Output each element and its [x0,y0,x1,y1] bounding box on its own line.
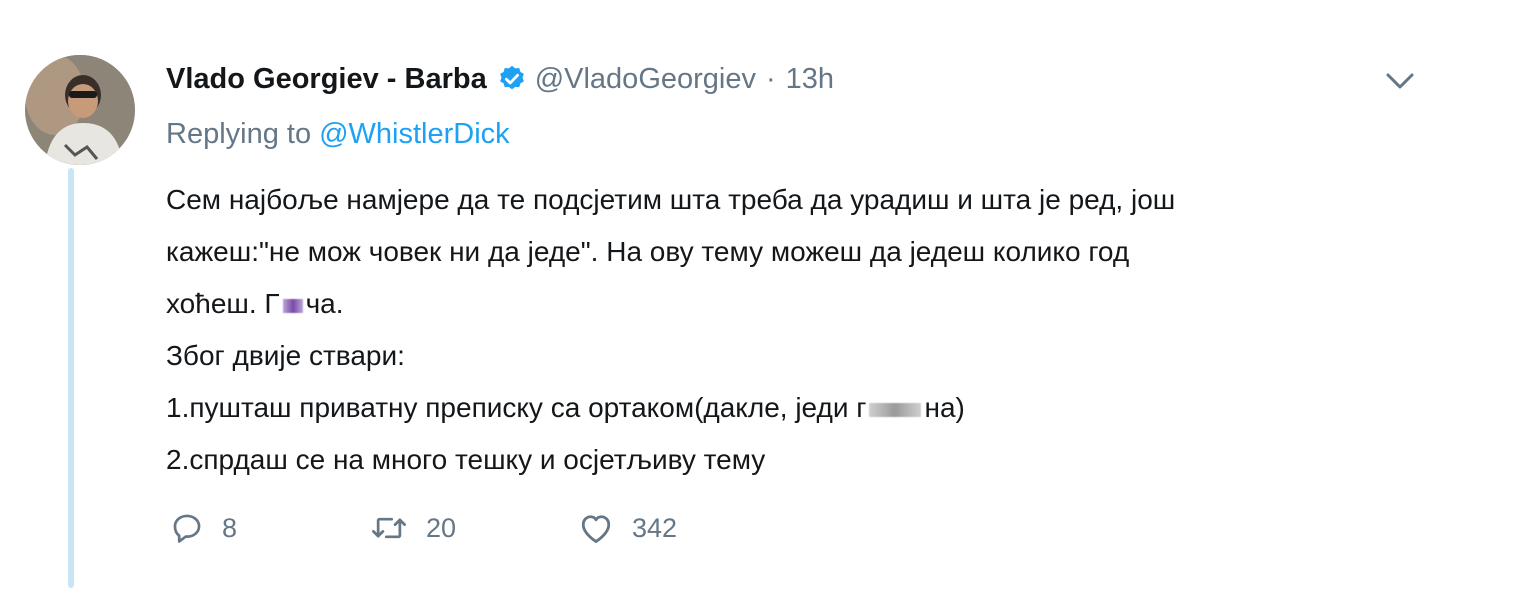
tweet-text-line: Сем најбоље намјере да те подсјетим шта … [166,184,1176,215]
retweet-button[interactable]: 20 [370,511,578,545]
replying-prefix: Replying to [166,118,312,150]
heart-icon [581,515,611,543]
tweet-text-fragment: на) [924,392,965,423]
censor-blur [282,298,303,313]
reply-button[interactable]: 8 [170,511,370,545]
tweet-text-line: 2.спрдаш се на много тешку и осјетљиву т… [166,444,766,475]
tweet-text-line: хоћеш. Г ча. [166,278,1426,330]
author-name[interactable]: Vlado Georgiev - Barba [166,63,487,96]
tweet-timestamp[interactable]: 13h [786,63,834,96]
tweet-card[interactable]: Vlado Georgiev - Barba @VladoGeorgiev · … [0,0,1516,600]
author-handle[interactable]: @VladoGeorgiev [535,63,756,96]
like-count: 342 [632,512,678,543]
thread-line [68,168,74,588]
tweet-actions: 8 20 342 [170,505,677,551]
retweet-icon [372,517,406,539]
tweet-header: Vlado Georgiev - Barba @VladoGeorgiev · … [166,56,834,102]
tweet-text: Сем најбоље намјере да те подсјетим шта … [166,174,1426,486]
tweet-text-line: 1.пушташ приватну преписку са ортаком(да… [166,382,1426,434]
tweet-text-fragment: 1.пушташ приватну преписку са ортаком(да… [166,392,867,423]
tweet-text-line: кажеш:"не мож човек ни да једе". На ову … [166,236,1130,267]
replying-to: Replying to @WhistlerDick [166,118,510,151]
reply-count: 8 [222,512,238,543]
verified-badge-icon [499,65,524,90]
tweet-text-line: Због двије ствари: [166,340,405,371]
avatar-photo [25,55,135,165]
like-button[interactable]: 342 [578,511,677,545]
header-separator: · [765,62,776,95]
tweet-text-fragment: ча. [305,288,344,319]
reply-mention-link[interactable]: @WhistlerDick [319,118,510,150]
retweet-count: 20 [426,512,457,543]
censor-blur [869,402,922,417]
reply-bubble-icon [173,514,201,543]
tweet-text-fragment: хоћеш. Г [166,288,280,319]
avatar[interactable] [25,55,135,165]
chevron-down-icon[interactable] [1380,66,1420,96]
